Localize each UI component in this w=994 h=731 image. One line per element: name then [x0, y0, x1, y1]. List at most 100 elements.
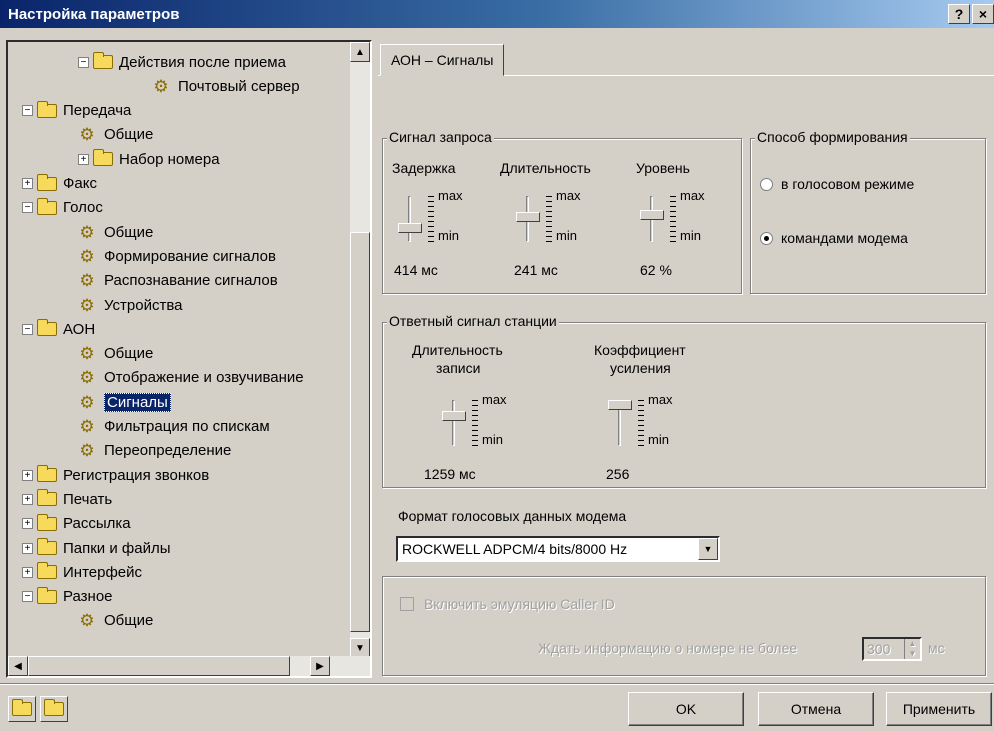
chevron-down-icon[interactable]: ▼ [698, 538, 718, 560]
collapse-icon[interactable]: − [22, 202, 33, 214]
tree-item[interactable]: − Передача [22, 99, 131, 123]
wait-time-spinner[interactable]: 300 ▲ ▼ [862, 637, 922, 661]
tree-item[interactable]: + Факс [22, 172, 97, 196]
scroll-up-button[interactable]: ▲ [350, 42, 370, 62]
radio-button[interactable] [760, 177, 773, 191]
spinner-arrows-icon[interactable]: ▲ ▼ [904, 639, 920, 659]
help-button[interactable]: ? [948, 4, 970, 24]
level-label: Уровень [636, 160, 690, 176]
formation-method-legend: Способ формирования [755, 129, 910, 145]
tree-item[interactable]: + Печать [22, 487, 112, 511]
voice-format-select[interactable]: ROCKWELL ADPCM/4 bits/8000 Hz ▼ [396, 536, 720, 562]
scroll-right-button[interactable]: ▶ [310, 656, 330, 676]
title-bar: Настройка параметров ? × [0, 0, 994, 28]
tree-item[interactable]: ⚙ Общие [78, 609, 153, 633]
tree-item[interactable]: + Папки и файлы [22, 536, 171, 560]
tree-item[interactable]: − АОН [22, 317, 95, 341]
cancel-button[interactable]: Отмена [758, 692, 874, 726]
gear-icon: ⚙ [79, 222, 95, 242]
record-duration-slider[interactable]: max min [440, 392, 507, 454]
tree-item[interactable]: ⚙ Почтовый сервер [152, 74, 300, 98]
duration-label: Длительность [500, 160, 591, 176]
close-button[interactable]: × [972, 4, 994, 24]
tree-item-label: Сигналы [104, 392, 171, 412]
tree-item[interactable]: ⚙ Общие [78, 342, 153, 366]
ok-button[interactable]: OK [628, 692, 744, 726]
tree-item[interactable]: ⚙ Общие [78, 220, 153, 244]
max-label: max [556, 188, 581, 203]
folder-icon [37, 586, 57, 604]
tree-item-label: Устройства [104, 296, 183, 314]
radio-modem-commands-label: командами модема [781, 230, 908, 246]
new-folder-button[interactable] [8, 696, 36, 722]
radio-modem-commands[interactable]: командами модема [760, 230, 908, 246]
duration-slider[interactable]: max min [514, 188, 581, 250]
scroll-thumb[interactable] [350, 232, 370, 632]
caller-id-checkbox[interactable]: Включить эмуляцию Caller ID [400, 596, 615, 612]
h-scroll-thumb[interactable] [28, 656, 290, 676]
tree-item[interactable]: ⚙ Сигналы [78, 390, 171, 414]
gain-slider-knob[interactable] [608, 400, 632, 410]
collapse-icon[interactable]: − [22, 105, 33, 117]
tree-item[interactable]: ⚙ Распознавание сигналов [78, 269, 277, 293]
max-label: max [648, 392, 673, 407]
tree-item[interactable]: + Регистрация звонков [22, 463, 209, 487]
expand-icon[interactable]: + [22, 493, 33, 505]
tree-item-label: Формирование сигналов [104, 247, 276, 265]
duration-slider-knob[interactable] [516, 212, 540, 223]
apply-button[interactable]: Применить [886, 692, 992, 726]
checkbox[interactable] [400, 597, 414, 611]
tree-item[interactable]: ⚙ Устройства [78, 293, 182, 317]
tab-aon-signals[interactable]: АОН – Сигналы [380, 44, 505, 76]
delay-slider-knob[interactable] [398, 223, 422, 233]
tree-item-label: АОН [63, 320, 96, 338]
tree-item[interactable]: − Голос [22, 196, 103, 220]
tree-item[interactable]: − Действия после приема [78, 50, 286, 74]
collapse-icon[interactable]: − [22, 323, 33, 335]
gain-slider[interactable]: max min [606, 392, 673, 454]
expand-icon[interactable]: + [22, 469, 33, 481]
scroll-down-button[interactable]: ▼ [350, 638, 370, 658]
tree-item[interactable]: ⚙ Переопределение [78, 439, 231, 463]
record-duration-slider-knob[interactable] [442, 410, 466, 421]
tree-item[interactable]: ⚙ Отображение и озвучивание [78, 366, 303, 390]
tree-horizontal-scrollbar[interactable]: ◀ ▶ [8, 656, 370, 676]
expand-icon[interactable]: + [22, 566, 33, 578]
tree-item[interactable]: ⚙ Фильтрация по спискам [78, 415, 269, 439]
tree-item[interactable]: + Набор номера [78, 147, 220, 171]
folder-icon [37, 489, 57, 507]
tree-item-label: Голос [63, 199, 103, 217]
level-slider-knob[interactable] [640, 209, 664, 220]
gear-icon: ⚙ [79, 392, 95, 412]
tree-item[interactable]: + Рассылка [22, 512, 131, 536]
wait-info-label: Ждать информацию о номере не более [538, 640, 798, 656]
footer-separator [0, 683, 994, 685]
settings-tree: − Действия после приема ⚙ Почтовый сервер − П… [6, 40, 372, 678]
tree-item-label: Факс [63, 175, 97, 192]
folder-icon [37, 100, 57, 118]
collapse-icon[interactable]: − [78, 56, 89, 68]
expand-icon[interactable]: + [22, 178, 33, 189]
tree-vertical-scrollbar[interactable]: ▲ ▼ [350, 42, 370, 658]
open-folder-button[interactable] [40, 696, 68, 722]
expand-icon[interactable]: + [22, 518, 33, 530]
tree-item-label: Почтовый сервер [178, 77, 300, 95]
gear-icon: ⚙ [79, 611, 95, 631]
tree-item[interactable]: ⚙ Общие [78, 123, 153, 147]
tree-item-label: Общие [104, 126, 154, 144]
level-slider[interactable]: max min [638, 188, 705, 250]
tree-item[interactable]: − Разное [22, 585, 113, 609]
tree-item[interactable]: + Интерфейс [22, 560, 142, 584]
tree-item-label: Общие [104, 612, 154, 630]
expand-icon[interactable]: + [78, 153, 89, 165]
delay-slider[interactable]: max min [396, 188, 463, 250]
radio-button[interactable] [760, 231, 773, 245]
delay-value: 414 мс [394, 262, 438, 278]
collapse-icon[interactable]: − [22, 591, 33, 603]
tree-item[interactable]: ⚙ Формирование сигналов [78, 244, 276, 268]
gear-icon: ⚙ [79, 271, 95, 291]
expand-icon[interactable]: + [22, 542, 33, 554]
caller-id-checkbox-label: Включить эмуляцию Caller ID [424, 596, 615, 612]
scroll-left-button[interactable]: ◀ [8, 656, 28, 676]
radio-voice-mode[interactable]: в голосовом режиме [760, 176, 914, 192]
